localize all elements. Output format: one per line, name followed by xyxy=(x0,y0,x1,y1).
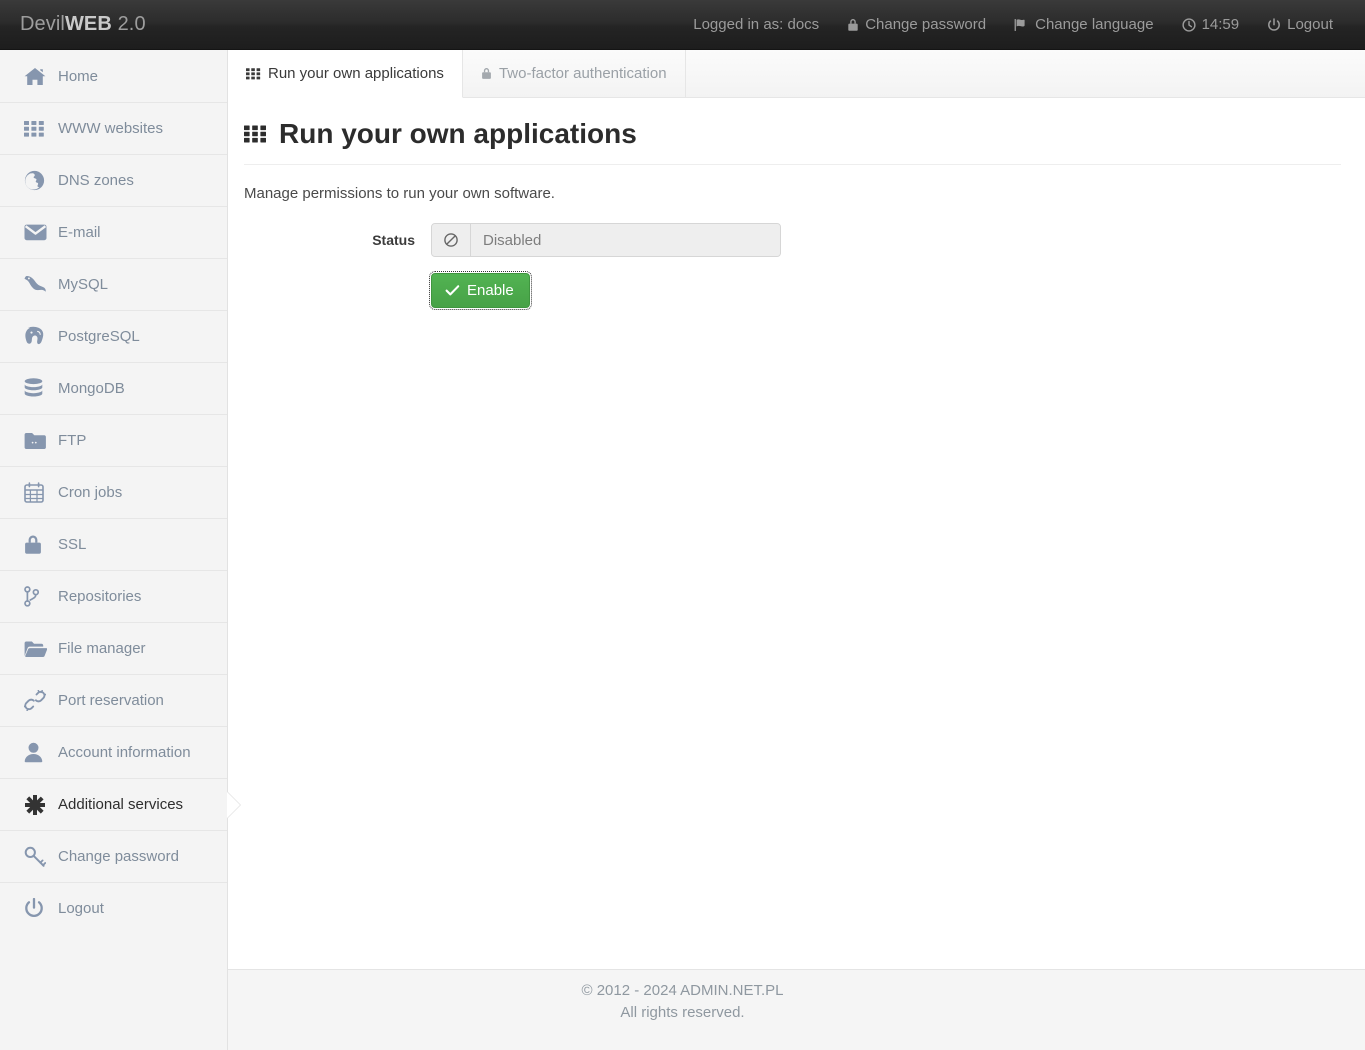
sidebar-item-mysql[interactable]: MySQL xyxy=(0,258,227,310)
sidebar-item-additional-services[interactable]: Additional services xyxy=(0,778,227,830)
top-clock: 14:59 xyxy=(1168,0,1254,50)
sidebar-item-label: Logout xyxy=(58,900,104,917)
brand-prefix: Devil xyxy=(20,13,65,35)
top-header-bar: DevilWEB 2.0 Logged in as: docs Change p… xyxy=(0,0,1365,50)
sidebar-item-label: Additional services xyxy=(58,796,183,813)
sidebar-item-home[interactable]: Home xyxy=(0,50,227,102)
tab-label: Two-factor authentication xyxy=(499,65,667,82)
status-actions: Enable xyxy=(244,273,1341,308)
flag-icon xyxy=(1014,18,1029,32)
sidebar: Home WWW websites DNS zones E-mail MySQL Post… xyxy=(0,50,228,1050)
status-input-group xyxy=(431,223,781,257)
top-logout-label: Logout xyxy=(1287,0,1333,50)
home-icon xyxy=(24,67,58,86)
main-content-panel: Run your own applications Two-factor auth… xyxy=(228,50,1365,970)
power-icon xyxy=(24,898,58,919)
brand-bold: WEB xyxy=(65,13,112,35)
user-icon xyxy=(24,742,58,763)
sidebar-item-label: E-mail xyxy=(58,224,101,241)
sidebar-item-label: Home xyxy=(58,68,98,85)
folder-icon xyxy=(24,432,58,450)
elephant-icon xyxy=(24,326,58,347)
enable-button[interactable]: Enable xyxy=(431,273,530,308)
ban-icon xyxy=(432,224,471,256)
sidebar-item-repositories[interactable]: Repositories xyxy=(0,570,227,622)
sidebar-item-label: WWW websites xyxy=(58,120,163,137)
top-change-password-label: Change password xyxy=(865,0,986,50)
padlock-icon xyxy=(24,534,58,555)
top-change-language-link[interactable]: Change language xyxy=(1000,0,1167,50)
logged-in-label: Logged in as: docs xyxy=(693,0,819,50)
logged-in-user: Logged in as: docs xyxy=(679,0,833,50)
sidebar-item-label: MongoDB xyxy=(58,380,125,397)
tab-run-your-own-applications[interactable]: Run your own applications xyxy=(228,50,463,98)
lock-icon xyxy=(847,18,859,32)
broken-link-icon xyxy=(24,690,58,711)
page-description: Manage permissions to run your own softw… xyxy=(244,185,1341,202)
sidebar-item-label: Change password xyxy=(58,848,179,865)
sidebar-item-label: Repositories xyxy=(58,588,141,605)
globe-icon xyxy=(24,170,58,191)
power-icon xyxy=(1267,18,1281,32)
sidebar-item-label: Account information xyxy=(58,744,191,761)
grid-icon xyxy=(244,125,268,143)
asterisk-icon xyxy=(24,794,58,816)
tab-two-factor-authentication[interactable]: Two-factor authentication xyxy=(463,50,686,97)
sidebar-item-label: MySQL xyxy=(58,276,108,293)
code-branch-icon xyxy=(24,586,58,607)
sidebar-item-label: FTP xyxy=(58,432,86,449)
key-icon xyxy=(24,846,58,867)
sidebar-item-label: Port reservation xyxy=(58,692,164,709)
sidebar-item-label: DNS zones xyxy=(58,172,134,189)
dolphin-icon xyxy=(24,274,58,295)
tab-label: Run your own applications xyxy=(268,65,444,82)
top-clock-value: 14:59 xyxy=(1202,0,1240,50)
brand-suffix: 2.0 xyxy=(112,13,146,35)
sidebar-item-e-mail[interactable]: E-mail xyxy=(0,206,227,258)
status-label: Status xyxy=(244,232,431,248)
top-change-password-link[interactable]: Change password xyxy=(833,0,1000,50)
status-input[interactable] xyxy=(471,224,780,256)
lock-icon xyxy=(481,67,492,80)
app-brand-logo[interactable]: DevilWEB 2.0 xyxy=(20,13,146,36)
calendar-icon xyxy=(24,482,58,503)
sidebar-item-postgresql[interactable]: PostgreSQL xyxy=(0,310,227,362)
envelope-icon xyxy=(24,224,58,241)
top-logout-link[interactable]: Logout xyxy=(1253,0,1347,50)
sidebar-item-mongodb[interactable]: MongoDB xyxy=(0,362,227,414)
sidebar-item-ftp[interactable]: FTP xyxy=(0,414,227,466)
grid-icon xyxy=(246,68,261,80)
sidebar-item-label: File manager xyxy=(58,640,146,657)
folder-open-icon xyxy=(24,640,58,658)
clock-icon xyxy=(1182,18,1196,32)
sidebar-item-logout[interactable]: Logout xyxy=(0,882,227,934)
sidebar-item-cron-jobs[interactable]: Cron jobs xyxy=(0,466,227,518)
status-form-row: Status xyxy=(244,223,1341,257)
sidebar-item-account-information[interactable]: Account information xyxy=(0,726,227,778)
top-nav: Logged in as: docs Change password Chang… xyxy=(679,0,1347,50)
sidebar-item-label: PostgreSQL xyxy=(58,328,140,345)
sidebar-item-file-manager[interactable]: File manager xyxy=(0,622,227,674)
sidebar-item-www-websites[interactable]: WWW websites xyxy=(0,102,227,154)
database-icon xyxy=(24,378,58,399)
page-title: Run your own applications xyxy=(244,114,1341,165)
page-title-text: Run your own applications xyxy=(279,118,637,150)
sidebar-item-label: SSL xyxy=(58,536,86,553)
sidebar-item-ssl[interactable]: SSL xyxy=(0,518,227,570)
enable-button-label: Enable xyxy=(467,282,514,299)
check-icon xyxy=(445,284,460,297)
sidebar-item-port-reservation[interactable]: Port reservation xyxy=(0,674,227,726)
top-change-language-label: Change language xyxy=(1035,0,1153,50)
tab-strip: Run your own applications Two-factor auth… xyxy=(228,50,1365,98)
sidebar-item-change-password[interactable]: Change password xyxy=(0,830,227,882)
page-panel: Run your own applications Manage permiss… xyxy=(228,98,1365,308)
grid-icon xyxy=(24,121,58,137)
sidebar-item-label: Cron jobs xyxy=(58,484,122,501)
sidebar-item-dns-zones[interactable]: DNS zones xyxy=(0,154,227,206)
